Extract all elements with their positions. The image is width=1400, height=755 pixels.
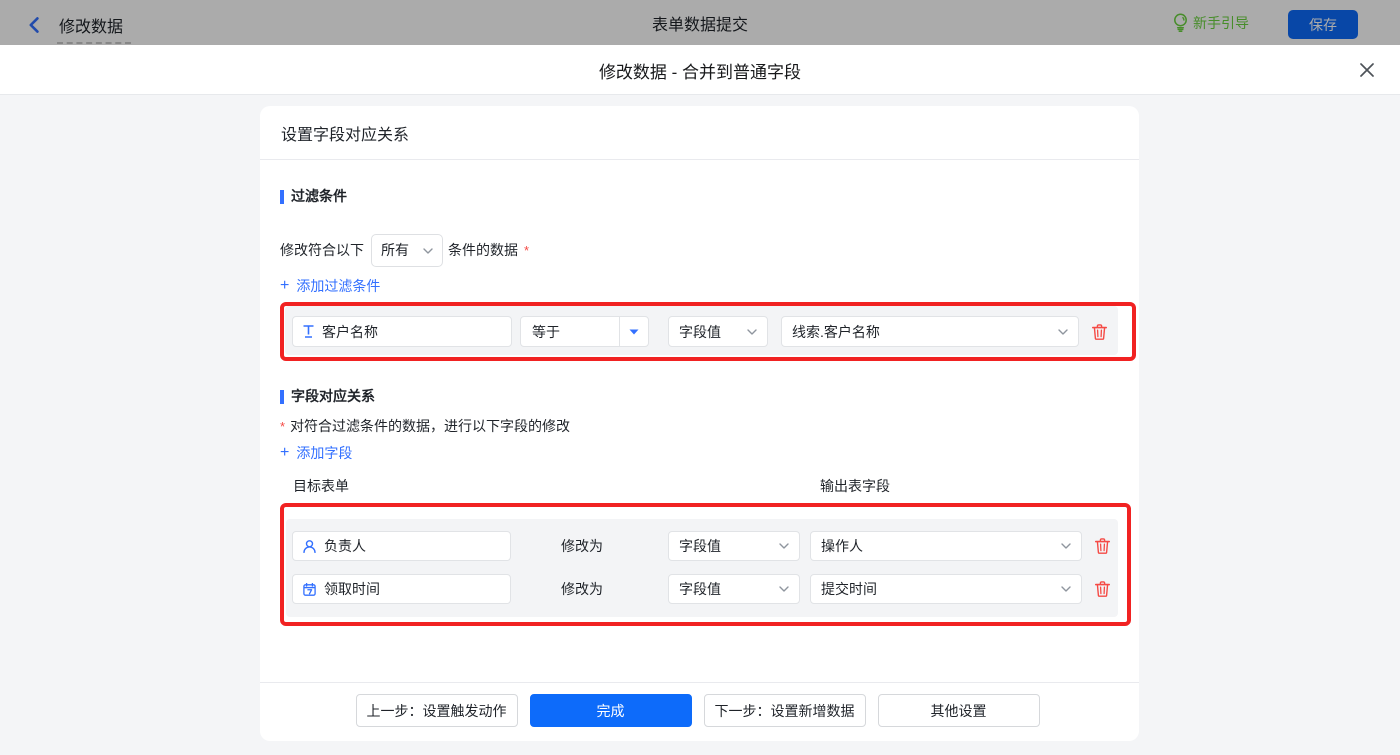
required-asterisk: * — [524, 243, 530, 258]
operator-select[interactable]: 等于 — [520, 316, 649, 347]
chevron-down-icon — [1061, 543, 1071, 549]
section-marker — [280, 189, 284, 204]
delete-mapping-button[interactable] — [1091, 535, 1113, 557]
action-label: 修改为 — [561, 537, 603, 554]
filter-field-input[interactable]: 客户名称 — [292, 316, 512, 347]
target-form-column-label: 目标表单 — [293, 478, 349, 494]
value-type-value: 字段值 — [679, 323, 721, 340]
text-field-icon — [303, 325, 314, 338]
section-marker — [280, 389, 284, 404]
modal-footer: 上一步：设置触发动作 完成 下一步：设置新增数据 其他设置 — [260, 682, 1139, 741]
plus-icon: + — [280, 277, 290, 294]
output-field-select[interactable]: 提交时间 — [810, 574, 1082, 604]
delete-filter-button[interactable] — [1088, 321, 1110, 343]
condition-prefix: 修改符合以下 — [280, 242, 364, 258]
add-field-label: 添加字段 — [296, 445, 353, 461]
mapping-description: * 对符合过滤条件的数据，进行以下字段的修改 — [280, 418, 1119, 435]
target-field-value: 领取时间 — [324, 580, 380, 597]
filter-section-title: 过滤条件 — [291, 188, 347, 204]
value-type-select[interactable]: 字段值 — [668, 316, 768, 347]
done-button[interactable]: 完成 — [529, 694, 692, 727]
add-field-link[interactable]: + 添加字段 — [280, 444, 353, 462]
delete-mapping-button[interactable] — [1091, 578, 1113, 600]
trash-icon — [1094, 538, 1110, 554]
other-settings-button[interactable]: 其他设置 — [877, 694, 1040, 727]
value-type-select[interactable]: 字段值 — [668, 531, 800, 561]
add-filter-condition-link[interactable]: + 添加过滤条件 — [280, 277, 381, 295]
target-field-value: 负责人 — [324, 537, 366, 554]
filter-field-value: 客户名称 — [322, 323, 378, 340]
output-field-value: 操作人 — [821, 537, 863, 554]
operator-caret-zone[interactable] — [619, 317, 648, 346]
chevron-down-icon — [747, 328, 757, 335]
action-label: 修改为 — [561, 580, 603, 597]
required-asterisk: * — [280, 419, 286, 434]
topbar: 修改数据 表单数据提交 新手引导 保存 — [0, 0, 1400, 45]
add-filter-label: 添加过滤条件 — [296, 278, 381, 294]
modal-dim-overlay — [0, 0, 1400, 45]
value-type-value: 字段值 — [679, 537, 721, 554]
trash-icon — [1091, 323, 1107, 340]
target-field-input[interactable]: 领取时间 — [292, 574, 511, 604]
next-step-button[interactable]: 下一步：设置新增数据 — [703, 694, 866, 727]
chevron-down-icon — [779, 543, 789, 549]
chevron-down-icon — [1061, 586, 1071, 592]
value-type-select[interactable]: 字段值 — [668, 574, 800, 604]
mapping-section-title: 字段对应关系 — [291, 388, 375, 404]
mapping-row: 领取时间 修改为 字段值 提交时间 — [286, 574, 1118, 604]
user-icon — [303, 539, 316, 553]
mapping-section-header: 字段对应关系 — [280, 389, 1119, 404]
target-field-input[interactable]: 负责人 — [292, 531, 511, 561]
match-mode-select[interactable]: 所有 — [371, 234, 443, 267]
output-field-select[interactable]: 操作人 — [810, 531, 1082, 561]
caret-down-icon — [629, 329, 639, 334]
prev-step-button[interactable]: 上一步：设置触发动作 — [355, 694, 518, 727]
filter-condition-row: 修改符合以下 所有 条件的数据 * — [280, 234, 1119, 267]
condition-suffix: 条件的数据 — [448, 242, 518, 258]
match-mode-value: 所有 — [381, 242, 409, 258]
trash-icon — [1094, 581, 1110, 597]
chevron-down-icon — [779, 586, 789, 592]
mapping-description-text: 对符合过滤条件的数据，进行以下字段的修改 — [290, 418, 571, 434]
mapping-rows-group: 负责人 修改为 字段值 操作人 领取时间 修改为 字段值 提交时间 — [286, 519, 1118, 617]
calendar-icon — [303, 582, 316, 596]
close-icon — [1360, 63, 1374, 77]
operator-value: 等于 — [532, 323, 560, 340]
modal-header: 修改数据 - 合并到普通字段 — [0, 45, 1400, 95]
settings-card: 设置字段对应关系 过滤条件 修改符合以下 所有 条件的数据 * + 添加过滤条件… — [260, 106, 1139, 741]
value-field-value: 线索.客户名称 — [792, 323, 880, 340]
chevron-down-icon — [1058, 328, 1068, 335]
chevron-down-icon — [423, 247, 433, 254]
modal-title: 修改数据 - 合并到普通字段 — [598, 62, 802, 82]
output-field-column-label: 输出表字段 — [820, 478, 890, 494]
filter-condition-row-group: 客户名称 等于 字段值 线索.客户名称 — [285, 306, 1118, 355]
mapping-row: 负责人 修改为 字段值 操作人 — [286, 531, 1118, 561]
column-headers: 目标表单 输出表字段 — [280, 479, 1119, 494]
filter-section-header: 过滤条件 — [280, 189, 1119, 204]
close-button[interactable] — [1354, 57, 1380, 83]
output-field-value: 提交时间 — [821, 580, 877, 597]
modal: 修改数据 - 合并到普通字段 设置字段对应关系 过滤条件 修改符合以下 所有 条… — [0, 45, 1400, 755]
value-field-select[interactable]: 线索.客户名称 — [781, 316, 1079, 347]
value-type-value: 字段值 — [679, 580, 721, 597]
card-title: 设置字段对应关系 — [260, 106, 1139, 160]
plus-icon: + — [280, 444, 290, 461]
